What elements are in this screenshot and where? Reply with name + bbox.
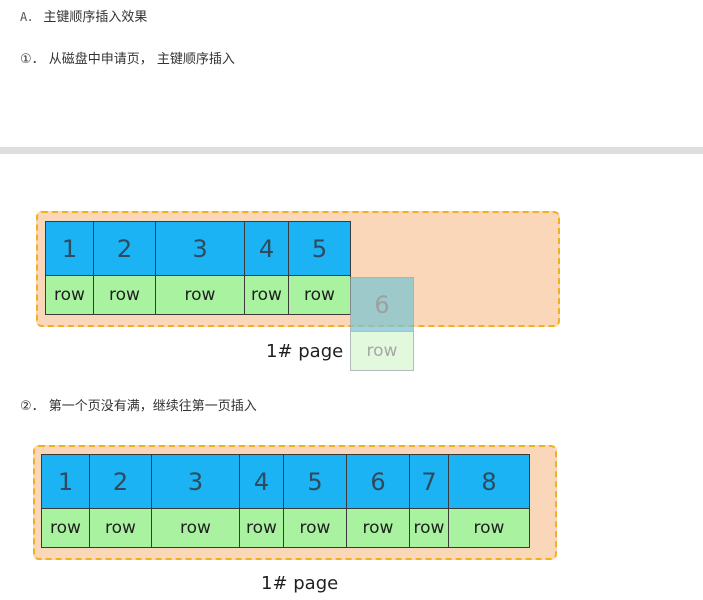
record-row: row: [152, 509, 239, 547]
record-row: row: [46, 276, 93, 314]
record-key: 7: [410, 455, 448, 509]
record-key: 5: [289, 222, 350, 276]
record-row: row: [94, 276, 155, 314]
record-key: 1: [42, 455, 89, 509]
record-key: 3: [152, 455, 239, 509]
step-1-marker: ①．: [20, 52, 45, 67]
record-row: row: [240, 509, 283, 547]
step-2-text: 第一个页没有满，继续往第一页插入: [48, 399, 257, 414]
record-row: row: [449, 509, 529, 547]
record-row: row: [42, 509, 89, 547]
record-cell: 4 row: [244, 221, 289, 315]
record-row: row: [90, 509, 151, 547]
record-row: row: [289, 276, 350, 314]
page-1-records: 1 row 2 row 3 row 4 row 5 row: [45, 221, 351, 315]
section-heading: A． 主键顺序插入效果: [20, 6, 147, 25]
record-row: row: [284, 509, 346, 547]
record-key: 2: [90, 455, 151, 509]
record-cell: 8 row: [448, 454, 530, 548]
record-row: row: [410, 509, 448, 547]
section-prefix: A．: [20, 10, 40, 24]
divider: [0, 147, 703, 154]
record-key: 4: [240, 455, 283, 509]
record-cell: 2 row: [93, 221, 156, 315]
record-cell: 1 row: [41, 454, 90, 548]
record-cell: 5 row: [288, 221, 351, 315]
record-key: 1: [46, 222, 93, 276]
step-2-marker: ②．: [20, 399, 45, 414]
page-2-label: 1# page: [261, 573, 339, 594]
record-key: 6: [347, 455, 409, 509]
record-cell: 1 row: [45, 221, 94, 315]
record-key: 4: [245, 222, 288, 276]
incoming-record-key: 6: [351, 278, 413, 332]
incoming-record-row: row: [351, 332, 413, 370]
record-cell: 2 row: [89, 454, 152, 548]
section-title: 主键顺序插入效果: [43, 10, 148, 25]
record-cell: 3 row: [155, 221, 245, 315]
record-row: row: [347, 509, 409, 547]
step-2-heading: ②． 第一个页没有满，继续往第一页插入: [20, 395, 257, 414]
record-cell: 7 row: [409, 454, 449, 548]
record-key: 2: [94, 222, 155, 276]
record-cell: 5 row: [283, 454, 347, 548]
page-1-label: 1# page: [266, 341, 344, 362]
record-cell: 3 row: [151, 454, 240, 548]
incoming-record: 6 row: [350, 277, 414, 371]
step-1-heading: ①． 从磁盘中申请页， 主键顺序插入: [20, 48, 235, 67]
record-row: row: [156, 276, 244, 314]
record-key: 5: [284, 455, 346, 509]
record-row: row: [245, 276, 288, 314]
record-key: 3: [156, 222, 244, 276]
record-cell: 4 row: [239, 454, 284, 548]
step-1-text: 从磁盘中申请页， 主键顺序插入: [48, 52, 235, 67]
record-cell: 6 row: [346, 454, 410, 548]
page-2-records: 1 row 2 row 3 row 4 row 5 row 6 row 7 ro…: [41, 454, 530, 548]
record-key: 8: [449, 455, 529, 509]
